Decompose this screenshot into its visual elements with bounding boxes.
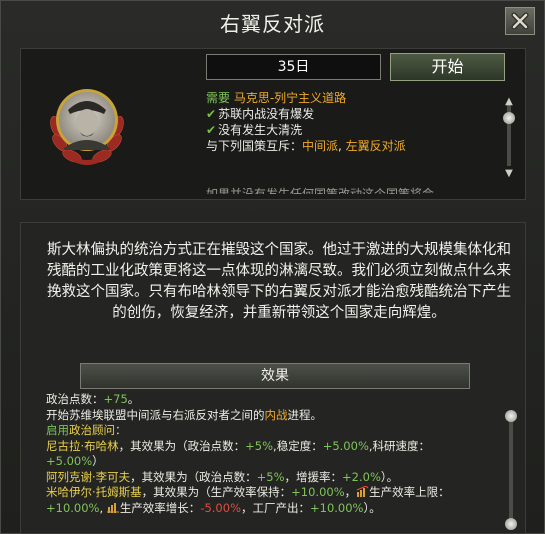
condition-no-purge: 没有发生大清洗 (218, 123, 303, 137)
advisor-bukharin-effect: 尼古拉·布哈林，其效果为（政治点数：+5%,稳定度：+5.00%,科研速度： (46, 438, 431, 453)
exclusive-separator: , (338, 139, 346, 153)
requirement-overflow-text: 如果并没有发生任何国策改动这个国策将会 (206, 187, 435, 194)
exclusive-focus-centrists[interactable]: 中间派 (302, 139, 338, 153)
effects-scrollbar-track[interactable] (509, 420, 513, 526)
window-title: 右翼反对派 (220, 12, 325, 36)
condition-no-civil-war: 苏联内战没有爆发 (218, 107, 315, 121)
exclusive-focus-left-opposition[interactable]: 左翼反对派 (346, 139, 406, 153)
advisor-rykov-effect: 阿列克谢·李可夫，其效果为（政治点数：+5%，增援率：+2.0%）。 (46, 469, 399, 484)
start-focus-button[interactable]: 开始 (390, 53, 505, 81)
requirement-label: 需要 (206, 91, 231, 105)
effects-header-button[interactable]: 效果 (80, 363, 470, 389)
advisor-tomsky-effect-cont: +10.00%, 生产效率增长：-5.00%，工厂产出：+10.00%）。 (46, 500, 381, 515)
effects-list: 政治点数：+75。 开始苏维埃联盟中间派与右派反对者之间的内战进程。 启用政治顾… (46, 392, 498, 528)
requirements-scroll-up-button[interactable]: ▲ (503, 96, 515, 108)
focus-duration-field: 35日 (206, 54, 381, 80)
advisor-bukharin-effect-cont: +5.00%） (46, 454, 104, 468)
advisor-bukharin-name[interactable]: 尼古拉·布哈林 (46, 439, 119, 453)
advisor-rykov-name[interactable]: 阿列克谢·李可夫 (46, 470, 130, 484)
effect-enable-advisor: 启用政治顾问： (46, 423, 127, 437)
effect-civil-war: 开始苏维埃联盟中间派与右派反对者之间的内战进程。 (46, 407, 322, 422)
focus-description: 斯大林偏执的统治方式正在摧毁这个国家。他过于激进的大规模集体化和残酷的工业化政策… (47, 242, 511, 321)
leader-portrait-icon (50, 89, 124, 165)
close-x-icon (511, 12, 529, 30)
close-button[interactable] (505, 7, 535, 35)
checkmark-icon: ✔ (206, 107, 217, 121)
exclusive-label: 与下列国策互斥： (206, 139, 303, 153)
production-cap-icon (356, 486, 369, 497)
requirements-box: 需要 马克思-列宁主义道路 ✔ 苏联内战没有爆发 ✔ 没有发生大清洗 与下列国策互斥… (206, 90, 502, 194)
effects-scroll-end-thumb[interactable] (505, 518, 517, 530)
civil-war-link[interactable]: 内战 (265, 408, 288, 422)
effect-political-power: 政治点数：+75。 (46, 392, 140, 406)
requirement-focus-link[interactable]: 马克思-列宁主义道路 (234, 91, 346, 105)
effects-scroll-thumb[interactable] (505, 410, 517, 422)
advisor-tomsky-name[interactable]: 米哈伊尔·托姆斯基 (46, 485, 142, 499)
requirements-scroll-thumb[interactable] (503, 112, 515, 124)
checkmark-icon: ✔ (206, 123, 217, 137)
production-growth-icon (106, 502, 119, 513)
advisor-tomsky-effect: 米哈伊尔·托姆斯基，其效果为（生产效率保持：+10.00%， 生产效率上限： (46, 485, 450, 499)
requirements-scroll-down-button[interactable]: ▼ (503, 168, 515, 180)
